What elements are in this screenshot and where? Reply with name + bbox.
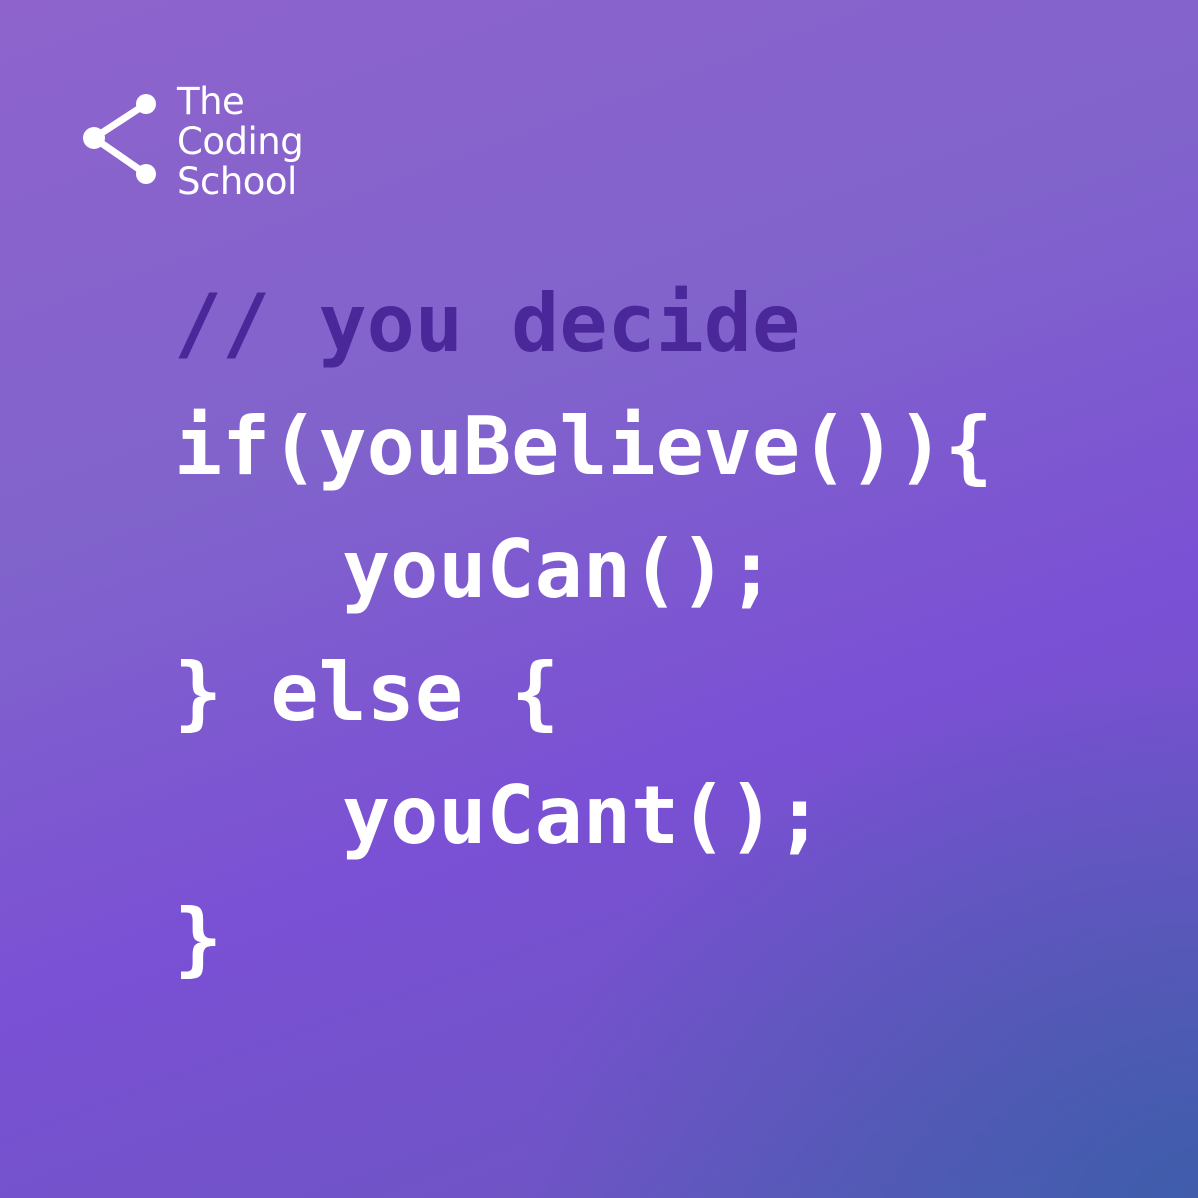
code-comment: // you decide <box>174 277 801 370</box>
code-line-else: } else { <box>174 646 560 739</box>
share-node-icon <box>83 94 156 184</box>
code-line-if: if(youBelieve()){ <box>174 400 993 493</box>
code-line-you-can: youCan(); <box>342 523 776 616</box>
brand-name-line-3: School <box>177 160 297 203</box>
brand-name-line-1: The <box>177 80 245 123</box>
brand-name-line-2: Coding <box>177 120 304 163</box>
brand-logo: The Coding School <box>80 82 350 207</box>
code-line-close-brace: } <box>174 892 223 985</box>
brand-name: The Coding School <box>177 80 304 203</box>
code-snippet: // you decide if(youBelieve()){ youCan();}… <box>174 262 993 1000</box>
code-line-you-cant: youCant(); <box>342 769 824 862</box>
